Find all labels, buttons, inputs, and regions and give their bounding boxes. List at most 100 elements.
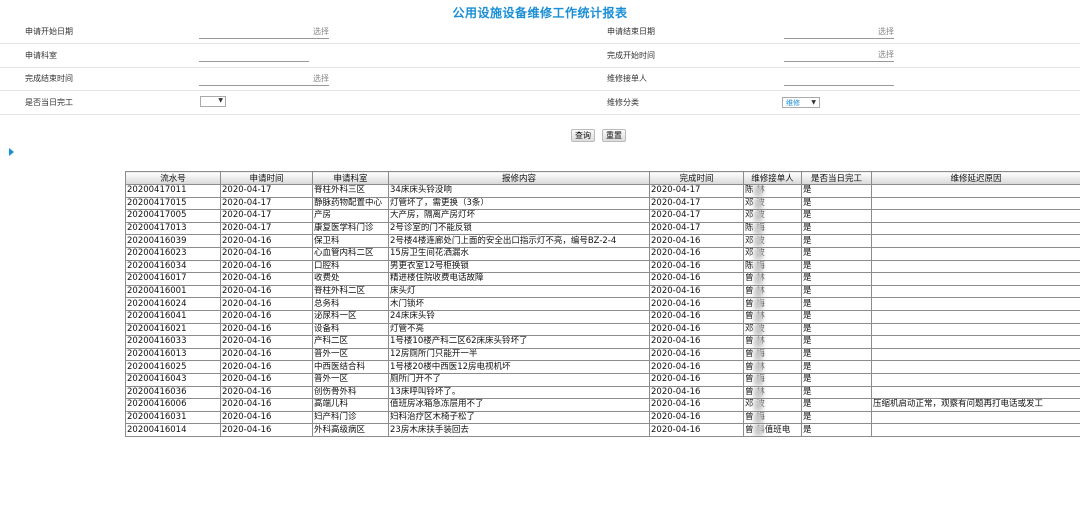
redaction-blur — [754, 424, 763, 436]
reset-button[interactable]: 重置 — [602, 129, 626, 142]
finish-start-field[interactable]: 选择 — [780, 43, 1080, 68]
table-row[interactable]: 20200416014 2020-04-16 外科高级病区 23房木床扶手装回去 202… — [125, 423, 1080, 437]
cell-delay-reason — [871, 372, 1080, 387]
cell-apply-time: 2020-04-16 — [220, 360, 313, 374]
cell-receiver: 曾 林 — [743, 284, 802, 299]
table-row[interactable]: 20200416001 2020-04-16 脊柱外科二区 床头灯 2020-04-16… — [125, 284, 1080, 299]
cell-serial: 20200417015 — [125, 196, 221, 211]
col-finish-time-header[interactable]: 完成时间 — [649, 171, 744, 185]
cell-content: 床头灯 — [388, 284, 650, 299]
table-row[interactable]: 20200416024 2020-04-16 总务科 木门锁坏 2020-04-16 曾 … — [125, 297, 1080, 311]
cell-serial: 20200417011 — [125, 184, 221, 198]
redaction-blur — [754, 336, 763, 348]
start-date-field[interactable]: 选择 — [195, 20, 602, 44]
category-select[interactable]: 维修 ▼ — [782, 96, 820, 108]
cell-same-day: 是 — [801, 246, 872, 261]
cell-dept: 收费处 — [312, 272, 389, 286]
query-button[interactable]: 查询 — [571, 129, 595, 142]
cell-content: 15房卫生间花洒漏水 — [388, 246, 650, 261]
cell-serial: 20200416013 — [125, 347, 221, 362]
col-serial-header[interactable]: 流水号 — [125, 171, 221, 185]
expand-arrow-icon[interactable] — [9, 148, 14, 156]
cell-delay-reason: 压缩机启动正常，观察有问题再打电话或发工 — [871, 398, 1080, 412]
end-date-value[interactable]: 选择 — [878, 26, 894, 37]
cell-content: 24床床头铃 — [388, 309, 650, 324]
cell-receiver: 邓 波 — [743, 196, 802, 211]
table-row[interactable]: 20200416041 2020-04-16 泌尿科一区 24床床头铃 2020-04-… — [125, 309, 1080, 324]
cell-finish-time: 2020-04-16 — [649, 360, 744, 374]
cell-content: 厕所门开不了 — [388, 372, 650, 387]
table-row[interactable]: 20200416034 2020-04-16 口腔科 男更衣室12号柜换锁 2020-0… — [125, 259, 1080, 274]
cell-receiver: 邓 波 — [743, 234, 802, 248]
cell-delay-reason — [871, 221, 1080, 236]
table-row[interactable]: 20200416013 2020-04-16 普外一区 12房厕所门只能开一半 2020… — [125, 347, 1080, 362]
page-title: 公用设施设备维修工作统计报表 — [452, 6, 628, 20]
redaction-blur — [754, 248, 763, 260]
table-row[interactable]: 20200417005 2020-04-17 产房 大产房，隔离产房灯坏 2020-04… — [125, 209, 1080, 223]
same-day-field[interactable]: ▼ — [195, 90, 602, 115]
dept-input[interactable] — [199, 48, 309, 63]
cell-finish-time: 2020-04-17 — [649, 221, 744, 236]
table-row[interactable]: 20200417015 2020-04-17 静脉药物配置中心 灯管坏了，需更换（3条… — [125, 196, 1080, 211]
dept-field[interactable] — [195, 43, 602, 68]
finish-end-label: 完成结束时间 — [0, 67, 195, 91]
cell-serial: 20200416001 — [125, 284, 221, 299]
cell-same-day: 是 — [801, 272, 872, 286]
cell-finish-time: 2020-04-16 — [649, 372, 744, 387]
finish-start-value[interactable]: 选择 — [878, 49, 894, 60]
cell-dept: 脊柱外科二区 — [312, 284, 389, 299]
cell-dept: 心血管内科二区 — [312, 246, 389, 261]
cell-receiver: 曾 科值班电 — [743, 423, 802, 437]
table-row[interactable]: 20200416031 2020-04-16 妇产科门诊 妇科治疗区木椅子松了 2020… — [125, 410, 1080, 425]
table-row[interactable]: 20200416023 2020-04-16 心血管内科二区 15房卫生间花洒漏水 20… — [125, 246, 1080, 261]
same-day-select[interactable]: ▼ — [200, 95, 226, 107]
col-same-day-header[interactable]: 是否当日完工 — [801, 171, 872, 185]
cell-content: 值班房冰箱急冻层用不了 — [388, 398, 650, 412]
cell-dept: 妇产科门诊 — [312, 410, 389, 425]
cell-receiver: 曾 林 — [743, 335, 802, 349]
table-row[interactable]: 20200416039 2020-04-16 保卫科 2号楼4楼连廊处门上面的安全出口… — [125, 234, 1080, 248]
cell-apply-time: 2020-04-16 — [220, 335, 313, 349]
col-receiver-header[interactable]: 维修接单人 — [743, 171, 802, 185]
finish-end-value[interactable]: 选择 — [313, 73, 329, 84]
cell-apply-time: 2020-04-16 — [220, 423, 313, 437]
dept-label: 申请科室 — [0, 43, 195, 68]
table-row[interactable]: 20200416036 2020-04-16 创伤骨外科 13床呼叫铃坏了。 2020-… — [125, 385, 1080, 400]
table-row[interactable]: 20200416025 2020-04-16 中西医结合科 1号楼20楼中西医12房电… — [125, 360, 1080, 374]
col-delay-reason-header[interactable]: 维修延迟原因 — [871, 171, 1080, 185]
category-field[interactable]: 维修 ▼ — [780, 90, 1080, 115]
cell-receiver: 邓 波 — [743, 322, 802, 337]
cell-content: 1号楼20楼中西医12房电视机坏 — [388, 360, 650, 374]
cell-same-day: 是 — [801, 309, 872, 324]
col-dept-header[interactable]: 申请科室 — [312, 171, 389, 185]
table-row[interactable]: 20200416043 2020-04-16 普外一区 厕所门开不了 2020-04-1… — [125, 372, 1080, 387]
cell-serial: 20200416025 — [125, 360, 221, 374]
cell-dept: 产科二区 — [312, 335, 389, 349]
cell-delay-reason — [871, 196, 1080, 211]
table-row[interactable]: 20200416006 2020-04-16 高端儿科 值班房冰箱急冻层用不了 2020… — [125, 398, 1080, 412]
receiver-field[interactable] — [780, 67, 1080, 91]
finish-end-field[interactable]: 选择 — [195, 67, 602, 91]
cell-serial: 20200416036 — [125, 385, 221, 400]
col-content-header[interactable]: 报修内容 — [388, 171, 650, 185]
filter-form: 申请开始日期 选择 申请结束日期 选择 申请科室 完成开始时间 选择 完成结束时… — [0, 20, 1080, 115]
cell-delay-reason — [871, 209, 1080, 223]
table-header-row: 流水号 申请时间 申请科室 报修内容 完成时间 维修接单人 是否当日完工 维修延迟原因 — [125, 171, 1080, 185]
table-row[interactable]: 20200416033 2020-04-16 产科二区 1号楼10楼产科二区62床床头… — [125, 335, 1080, 349]
table-row[interactable]: 20200417013 2020-04-17 康复医学科门诊 2号诊室的门不能反锁 20… — [125, 221, 1080, 236]
cell-delay-reason — [871, 360, 1080, 374]
cell-finish-time: 2020-04-16 — [649, 398, 744, 412]
receiver-input[interactable] — [784, 72, 894, 86]
table-row[interactable]: 20200416017 2020-04-16 收费处 精进楼住院收费电话故障 2020-… — [125, 272, 1080, 286]
cell-serial: 20200416034 — [125, 259, 221, 274]
table-row[interactable]: 20200416021 2020-04-16 设备科 灯管不亮 2020-04-16 邓 … — [125, 322, 1080, 337]
cell-apply-time: 2020-04-17 — [220, 221, 313, 236]
cell-delay-reason — [871, 184, 1080, 198]
col-apply-time-header[interactable]: 申请时间 — [220, 171, 313, 185]
cell-serial: 20200416023 — [125, 246, 221, 261]
cell-same-day: 是 — [801, 423, 872, 437]
table-row[interactable]: 20200417011 2020-04-17 脊柱外科三区 34床床头铃没响 2020-… — [125, 184, 1080, 198]
end-date-field[interactable]: 选择 — [780, 20, 1080, 44]
start-date-value[interactable]: 选择 — [313, 26, 329, 37]
cell-dept: 普外一区 — [312, 347, 389, 362]
